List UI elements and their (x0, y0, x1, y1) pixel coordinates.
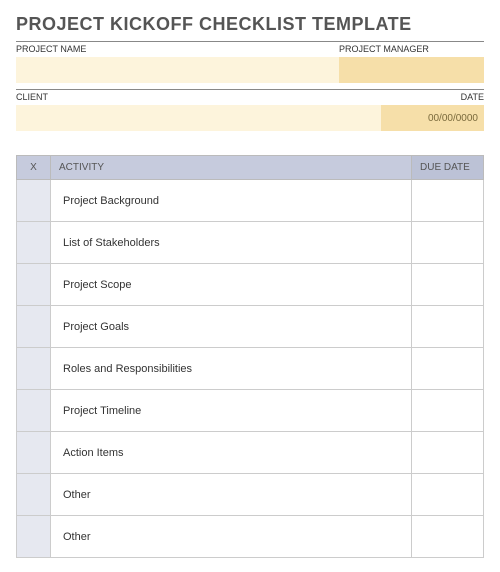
project-manager-label: PROJECT MANAGER (339, 41, 484, 55)
header-due-date: DUE DATE (412, 156, 484, 180)
due-date-cell[interactable] (412, 390, 484, 432)
due-date-cell[interactable] (412, 474, 484, 516)
meta-row-2-fields (16, 105, 484, 131)
checkbox-cell[interactable] (17, 306, 51, 348)
checkbox-cell[interactable] (17, 222, 51, 264)
checkbox-cell[interactable] (17, 264, 51, 306)
activity-cell[interactable]: Other (51, 474, 412, 516)
due-date-cell[interactable] (412, 306, 484, 348)
activity-cell[interactable]: Action Items (51, 432, 412, 474)
due-date-cell[interactable] (412, 516, 484, 558)
date-label: DATE (381, 89, 484, 103)
table-row: Project Scope (17, 264, 484, 306)
header-x: X (17, 156, 51, 180)
activity-cell[interactable]: Project Background (51, 180, 412, 222)
meta-row-2-labels: CLIENT DATE (16, 89, 484, 103)
checkbox-cell[interactable] (17, 474, 51, 516)
table-row: Project Timeline (17, 390, 484, 432)
date-field[interactable] (381, 105, 484, 131)
activity-cell[interactable]: Other (51, 516, 412, 558)
page-title: PROJECT KICKOFF CHECKLIST TEMPLATE (16, 14, 484, 35)
activity-cell[interactable]: Roles and Responsibilities (51, 348, 412, 390)
due-date-cell[interactable] (412, 264, 484, 306)
checkbox-cell[interactable] (17, 348, 51, 390)
due-date-cell[interactable] (412, 432, 484, 474)
project-name-label: PROJECT NAME (16, 41, 339, 55)
checkbox-cell[interactable] (17, 516, 51, 558)
checkbox-cell[interactable] (17, 390, 51, 432)
client-field[interactable] (16, 105, 381, 131)
table-header-row: X ACTIVITY DUE DATE (17, 156, 484, 180)
activity-cell[interactable]: List of Stakeholders (51, 222, 412, 264)
header-activity: ACTIVITY (51, 156, 412, 180)
due-date-cell[interactable] (412, 222, 484, 264)
table-row: Other (17, 516, 484, 558)
client-label: CLIENT (16, 89, 381, 103)
table-row: Project Background (17, 180, 484, 222)
activities-table: X ACTIVITY DUE DATE Project BackgroundLi… (16, 155, 484, 558)
project-name-field[interactable] (16, 57, 339, 83)
table-row: Project Goals (17, 306, 484, 348)
table-row: Action Items (17, 432, 484, 474)
activity-cell[interactable]: Project Goals (51, 306, 412, 348)
activity-cell[interactable]: Project Timeline (51, 390, 412, 432)
table-row: Other (17, 474, 484, 516)
meta-row-1-fields (16, 57, 484, 83)
checkbox-cell[interactable] (17, 180, 51, 222)
project-manager-field[interactable] (339, 57, 484, 83)
table-row: List of Stakeholders (17, 222, 484, 264)
checkbox-cell[interactable] (17, 432, 51, 474)
activity-cell[interactable]: Project Scope (51, 264, 412, 306)
table-row: Roles and Responsibilities (17, 348, 484, 390)
due-date-cell[interactable] (412, 348, 484, 390)
meta-row-1-labels: PROJECT NAME PROJECT MANAGER (16, 41, 484, 55)
due-date-cell[interactable] (412, 180, 484, 222)
